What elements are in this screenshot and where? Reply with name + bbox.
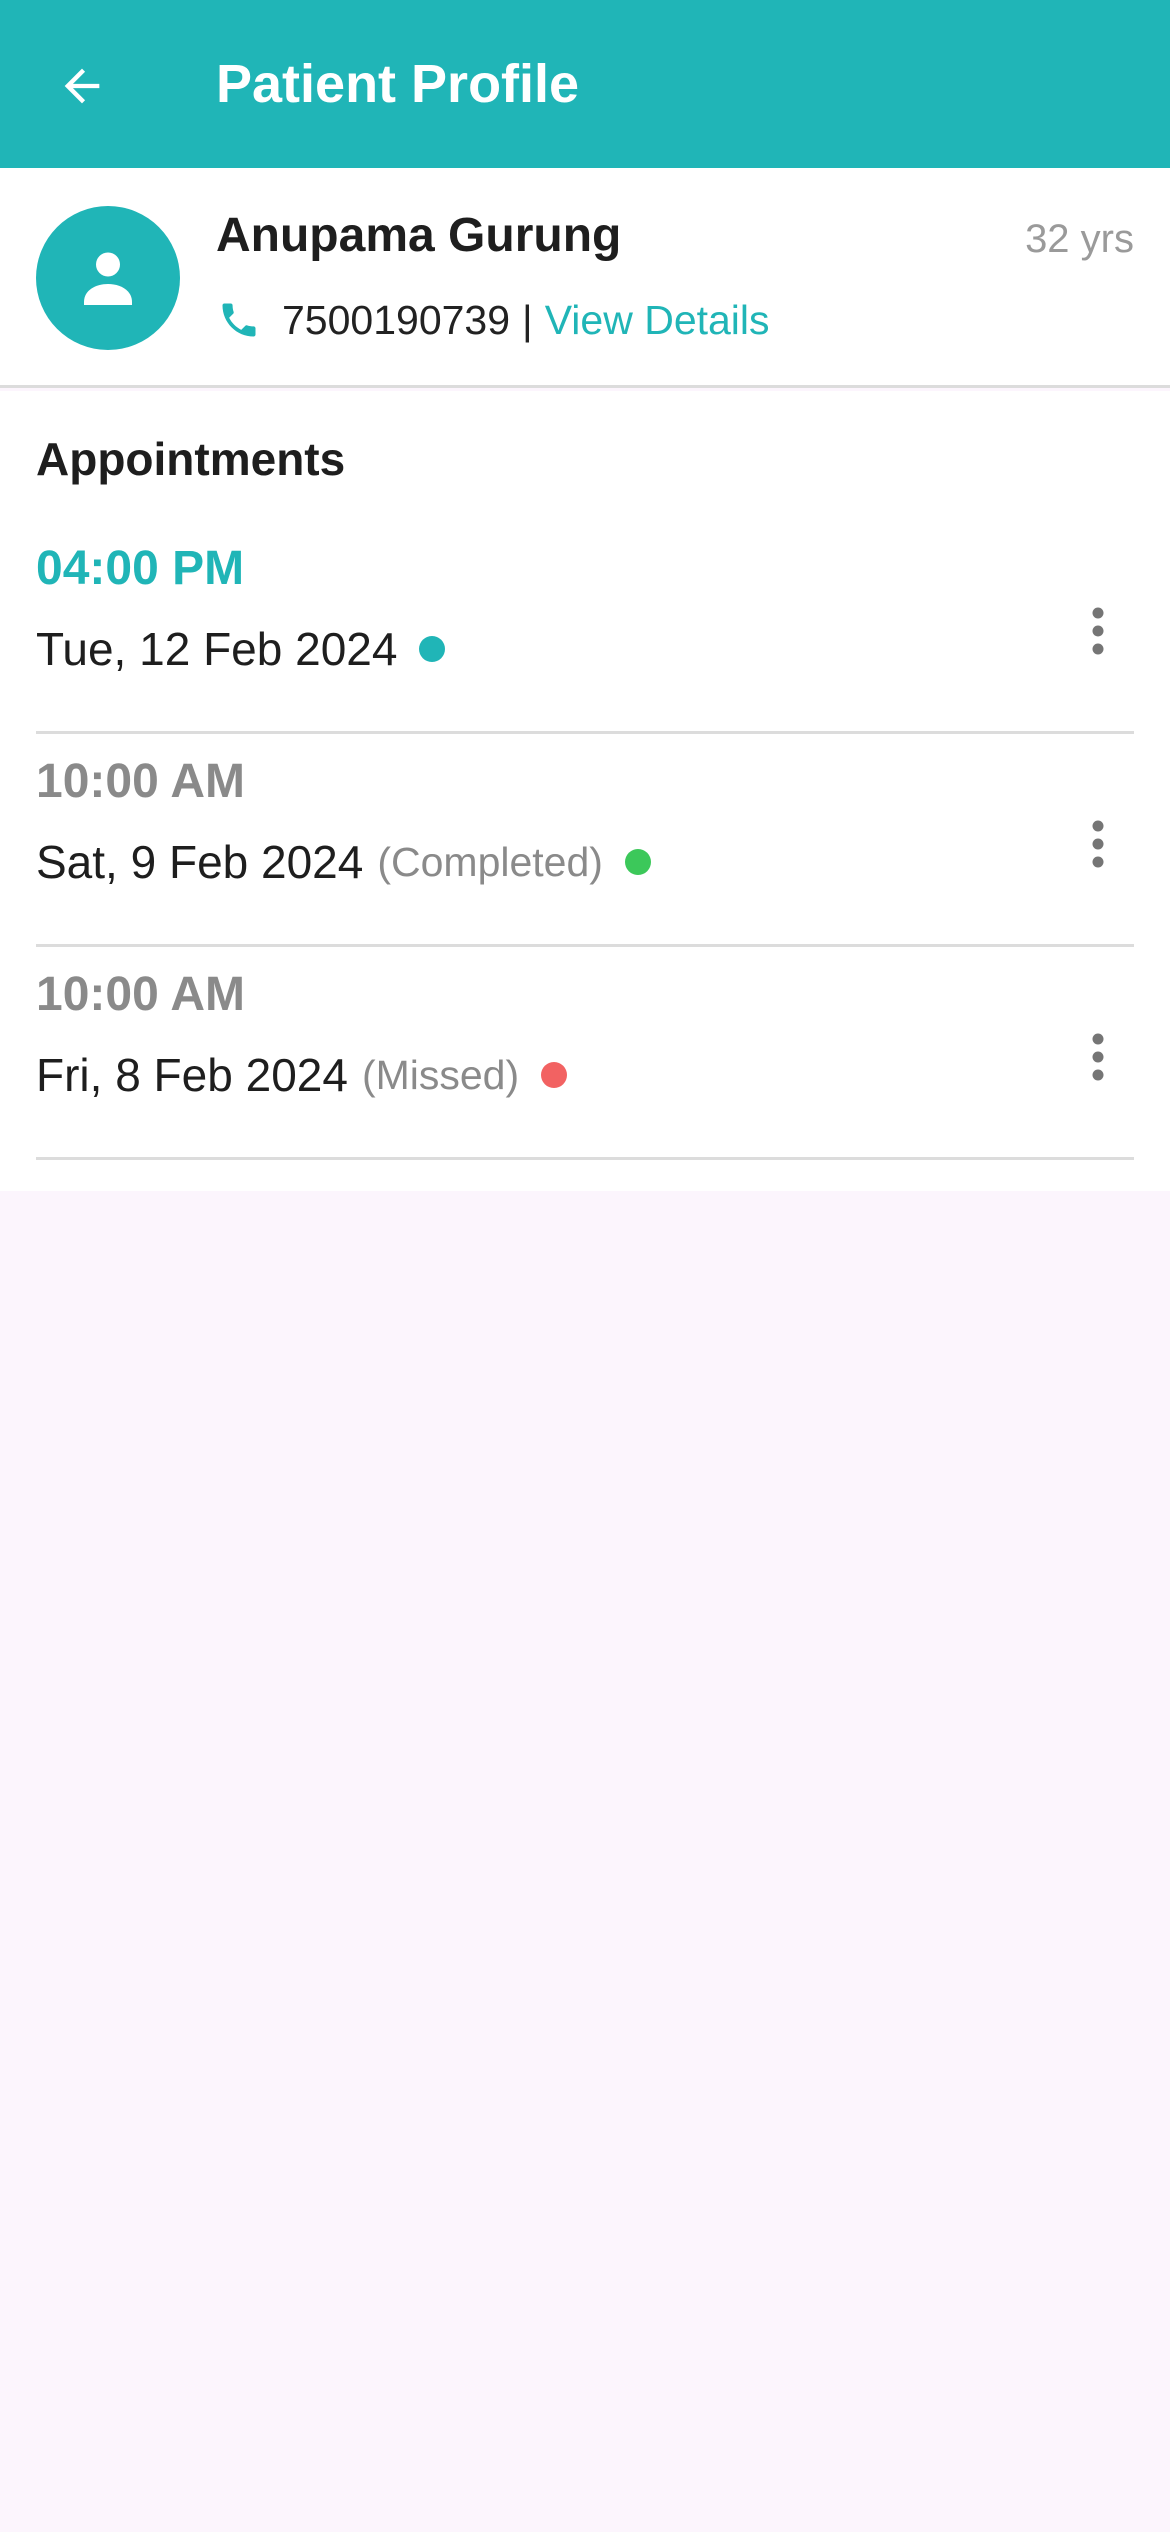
- appointments-title: Appointments: [36, 433, 346, 485]
- phone-number: 7500190739: [282, 296, 511, 343]
- more-options-button[interactable]: [1062, 581, 1134, 681]
- page-title: Patient Profile: [216, 54, 580, 114]
- more-vert-icon: [1092, 607, 1104, 655]
- appointment-item[interactable]: 10:00 AM Fri, 8 Feb 2024 (Missed): [36, 947, 1134, 1160]
- more-vert-icon: [1092, 1033, 1104, 1081]
- more-vert-icon: [1092, 820, 1104, 868]
- appointments-panel: Appointments 04:00 PM Tue, 12 Feb 2024 1…: [0, 391, 1170, 1191]
- appointment-date: Fri, 8 Feb 2024: [36, 1049, 348, 1101]
- appointment-time: 10:00 AM: [36, 755, 245, 808]
- patient-name: Anupama Gurung: [216, 209, 622, 262]
- view-details-link[interactable]: View Details: [545, 297, 770, 344]
- patient-age: 32 yrs: [1025, 217, 1134, 261]
- status-dot: [419, 636, 446, 662]
- appointment-time: 10:00 AM: [36, 968, 245, 1021]
- status-dot: [541, 1062, 568, 1088]
- appointment-item[interactable]: 04:00 PM Tue, 12 Feb 2024: [36, 521, 1134, 734]
- appointment-item[interactable]: 10:00 AM Sat, 9 Feb 2024 (Completed): [36, 734, 1134, 947]
- separator: |: [522, 296, 533, 343]
- appointment-status: (Missed): [361, 1051, 520, 1098]
- arrow-back-icon: [64, 68, 100, 104]
- phone-icon: [216, 297, 262, 343]
- appointment-date-row: Fri, 8 Feb 2024 (Missed): [36, 1047, 568, 1103]
- app-bar: Patient Profile: [0, 0, 1170, 168]
- appointments-list: 04:00 PM Tue, 12 Feb 2024 10:00 AM Sat, …: [36, 521, 1134, 1160]
- patient-card: Anupama Gurung 32 yrs 7500190739 | View …: [0, 168, 1170, 388]
- more-options-button[interactable]: [1062, 1007, 1134, 1107]
- appointment-time: 04:00 PM: [36, 542, 245, 595]
- back-button[interactable]: [40, 44, 124, 128]
- avatar: [36, 206, 180, 350]
- appointment-date-row: Sat, 9 Feb 2024 (Completed): [36, 834, 651, 890]
- status-dot: [624, 849, 651, 875]
- appointment-date-row: Tue, 12 Feb 2024: [36, 621, 446, 677]
- appointment-status: (Completed): [377, 838, 603, 885]
- more-options-button[interactable]: [1062, 794, 1134, 894]
- phone-row: 7500190739 | View Details: [216, 292, 770, 348]
- person-icon: [84, 252, 132, 305]
- appointment-date: Sat, 9 Feb 2024: [36, 836, 364, 888]
- appointment-date: Tue, 12 Feb 2024: [36, 623, 398, 675]
